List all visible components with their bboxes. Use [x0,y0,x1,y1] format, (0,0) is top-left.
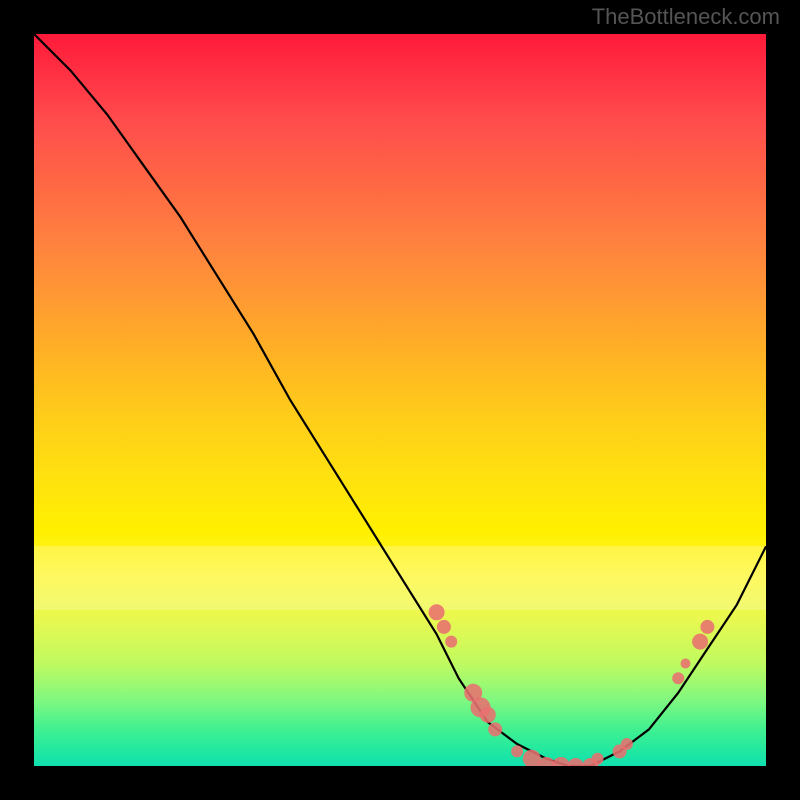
curve-markers [429,604,715,766]
curve-marker [592,753,604,765]
attribution-text: TheBottleneck.com [592,4,780,30]
curve-marker [488,722,502,736]
bottleneck-curve [34,34,766,766]
curve-marker [480,707,496,723]
curve-marker [437,620,451,634]
curve-marker [692,634,708,650]
curve-layer [34,34,766,766]
chart-plot-area [34,34,766,766]
curve-marker [700,620,714,634]
curve-marker [429,604,445,620]
curve-marker [681,659,691,669]
curve-marker [445,636,457,648]
curve-marker [672,672,684,684]
curve-marker [568,758,584,766]
curve-marker [511,745,523,757]
curve-marker [621,738,633,750]
curve-marker [552,757,570,766]
